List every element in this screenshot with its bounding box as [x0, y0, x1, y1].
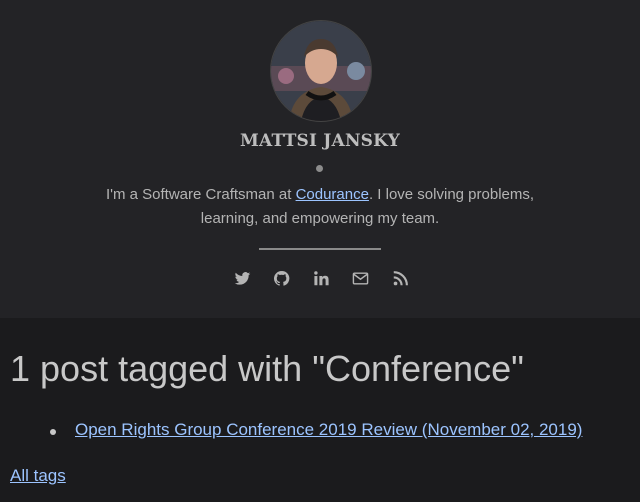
- divider: [259, 248, 381, 250]
- github-icon[interactable]: [271, 267, 293, 289]
- post-link[interactable]: Open Rights Group Conference 2019 Review…: [75, 420, 582, 439]
- avatar: [270, 20, 372, 122]
- avatar-photo: [271, 21, 371, 121]
- codurance-link[interactable]: Codurance: [296, 186, 369, 203]
- envelope-icon[interactable]: [350, 267, 372, 289]
- bio-text-start: I'm a Software Craftsman at: [105, 186, 296, 203]
- list-item: Open Rights Group Conference 2019 Review…: [0, 420, 582, 440]
- all-tags-link[interactable]: All tags: [10, 466, 66, 486]
- profile-header: MATTSI JANSKY I'm a Software Craftsman a…: [0, 0, 640, 318]
- separator-dot: [316, 165, 323, 172]
- twitter-icon[interactable]: [231, 267, 253, 289]
- rss-icon[interactable]: [389, 267, 411, 289]
- page-title: 1 post tagged with "Conference": [10, 348, 524, 389]
- social-links: [231, 267, 411, 289]
- main-content: 1 post tagged with "Conference" Open Rig…: [0, 318, 640, 502]
- linkedin-icon[interactable]: [310, 267, 332, 289]
- profile-name: MATTSI JANSKY: [239, 131, 401, 151]
- post-list: Open Rights Group Conference 2019 Review…: [0, 420, 582, 440]
- profile-bio: I'm a Software Craftsman at Codurance. I…: [90, 183, 550, 231]
